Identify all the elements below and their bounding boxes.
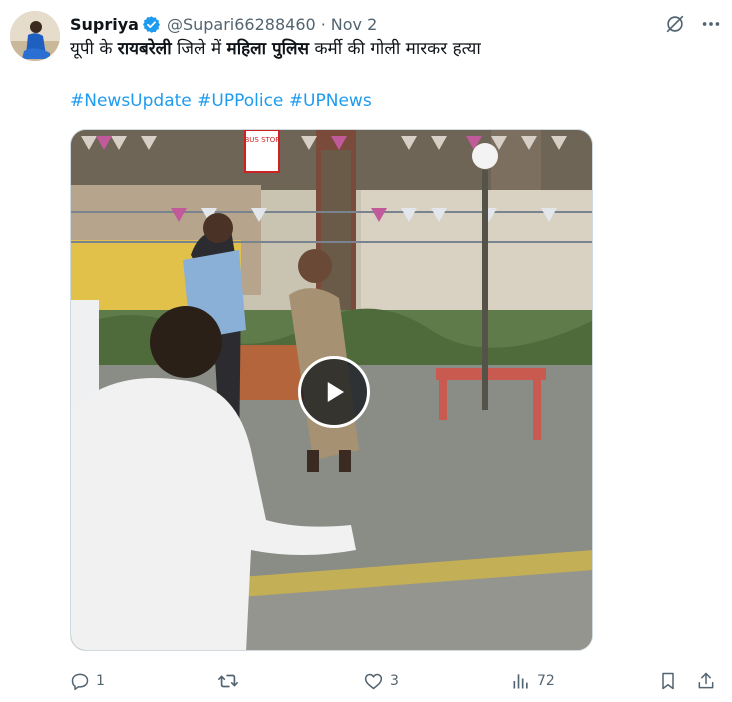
text-part-3: कर्मी की गोली मारकर हत्या xyxy=(309,39,481,59)
tweet-header: Supriya @Supari66288460 · Nov 2 xyxy=(70,12,722,36)
hashtags: #NewsUpdate #UPPolice #UPNews xyxy=(70,90,372,112)
views-icon xyxy=(513,674,528,689)
views-count: 72 xyxy=(537,673,555,689)
tweet-text: यूपी के रायबरेली जिले में महिला पुलिस कर… xyxy=(70,38,712,60)
views-button[interactable]: 72 xyxy=(511,668,555,694)
bus-stop-sign: BUS STOP xyxy=(244,136,279,144)
like-button[interactable]: 3 xyxy=(363,668,399,694)
timestamp[interactable]: Nov 2 xyxy=(331,15,378,34)
display-name[interactable]: Supriya xyxy=(70,15,139,34)
separator: · xyxy=(320,14,326,34)
like-icon xyxy=(364,673,383,689)
hashtag-link[interactable]: #UPNews xyxy=(289,91,372,111)
action-bar: 1 3 72 xyxy=(70,668,720,694)
verified-badge-icon[interactable] xyxy=(142,15,161,34)
avatar[interactable] xyxy=(10,11,60,61)
text-part-1: यूपी के xyxy=(70,39,118,59)
play-icon xyxy=(327,382,344,402)
share-icon xyxy=(698,672,714,689)
grok-icon[interactable] xyxy=(664,13,686,35)
reply-icon xyxy=(71,673,89,691)
bookmark-button[interactable] xyxy=(658,668,678,694)
handle[interactable]: @Supari66288460 xyxy=(167,15,316,34)
play-button[interactable] xyxy=(298,356,370,428)
text-part-2: जिले में xyxy=(171,39,227,59)
hashtag-link[interactable]: #UPPolice xyxy=(197,91,283,111)
more-icon[interactable] xyxy=(700,13,722,35)
avatar-image xyxy=(10,11,60,61)
video-player[interactable]: BUS STOP xyxy=(70,129,593,651)
header-actions xyxy=(664,12,722,36)
retweet-icon xyxy=(218,674,238,688)
like-count: 3 xyxy=(390,673,399,689)
retweet-button[interactable] xyxy=(217,668,245,694)
reply-button[interactable]: 1 xyxy=(70,668,105,694)
reply-count: 1 xyxy=(96,673,105,689)
hashtag-link[interactable]: #NewsUpdate xyxy=(70,91,192,111)
text-bold-2: महिला पुलिस xyxy=(226,39,310,59)
text-bold-1: रायबरेली xyxy=(117,39,172,59)
bookmark-icon xyxy=(662,672,674,690)
share-button[interactable] xyxy=(696,668,716,694)
